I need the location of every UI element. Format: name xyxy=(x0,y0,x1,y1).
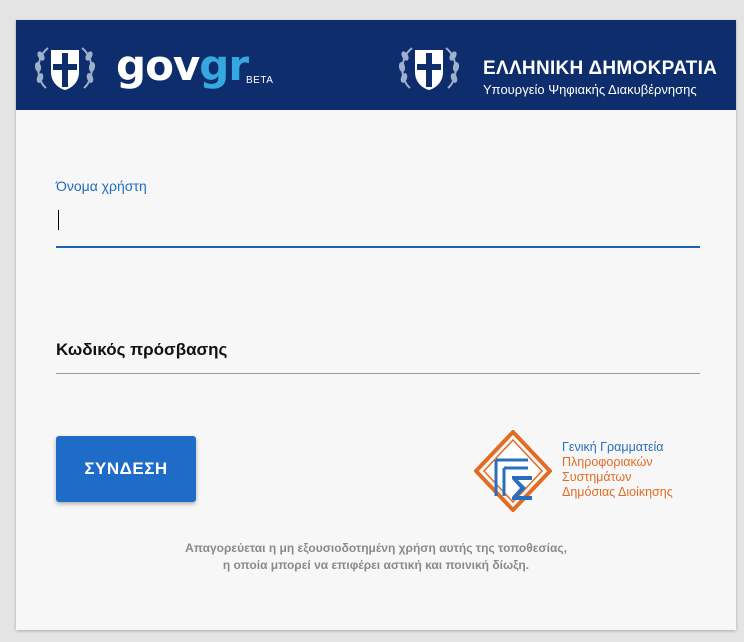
gsis-line-4: Δημόσιας Διοίκησης xyxy=(562,485,673,499)
password-label: Κωδικός πρόσβασης xyxy=(56,340,228,359)
govgr-logo: govgr xyxy=(116,41,249,91)
username-input[interactable] xyxy=(56,202,700,248)
beta-badge: BETA xyxy=(246,75,274,86)
gsis-line-3: Συστημάτων xyxy=(562,470,632,484)
republic-title: ΕΛΛΗΝΙΚΗ ΔΗΜΟΚΡΑΤΙΑ xyxy=(483,58,718,79)
login-button[interactable]: ΣΥΝΔΕΣΗ xyxy=(56,436,196,502)
gsis-logo-icon xyxy=(474,430,552,512)
republic-emblem-icon xyxy=(396,42,462,94)
brand-gov-text: gov xyxy=(116,41,200,90)
warning-line-2: η οποία μπορεί να επιφέρει αστική και πο… xyxy=(222,558,530,572)
header-bar: govgr BETA ΕΛΛΗΝΙΚΗ ΔΗΜΟΚΡΑΤΙΑ Υπουργείο… xyxy=(16,20,736,110)
username-label: Όνομα χρήστη xyxy=(56,178,147,194)
brand-gr-text: gr xyxy=(199,41,249,90)
login-card: govgr BETA ΕΛΛΗΝΙΚΗ ΔΗΜΟΚΡΑΤΙΑ Υπουργείο… xyxy=(16,20,736,630)
text-caret xyxy=(58,210,59,230)
ministry-subtitle: Υπουργείο Ψηφιακής Διακυβέρνησης xyxy=(483,82,697,97)
gsis-line-1: Γενική Γραμματεία xyxy=(562,440,664,454)
gsis-org-name: Γενική Γραμματεία Πληροφοριακών Συστημάτ… xyxy=(562,440,673,500)
legal-warning: Απαγορεύεται η μη εξουσιοδοτημένη χρήση … xyxy=(16,540,736,574)
gsis-line-2: Πληροφοριακών xyxy=(562,455,653,469)
warning-line-1: Απαγορεύεται η μη εξουσιοδοτημένη χρήση … xyxy=(185,541,567,555)
greek-emblem-icon xyxy=(32,42,98,94)
